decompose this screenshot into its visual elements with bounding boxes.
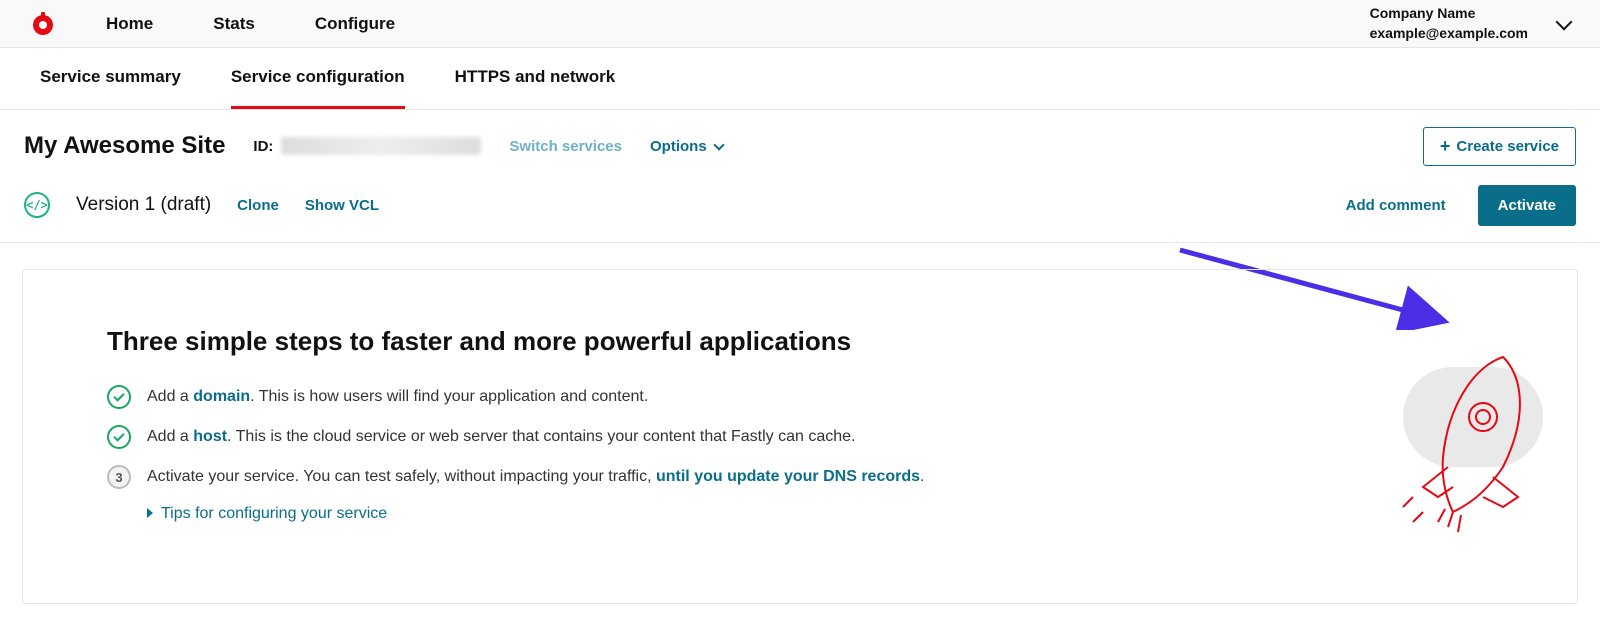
switch-services-link[interactable]: Switch services [509, 138, 622, 155]
onboarding-panel: Three simple steps to faster and more po… [22, 269, 1578, 604]
top-nav: Home Stats Configure Company Name exampl… [0, 0, 1600, 48]
tab-service-configuration[interactable]: Service configuration [231, 48, 405, 109]
steps-list: Add a domain. This is how users will fin… [107, 385, 1493, 489]
check-icon [107, 385, 131, 409]
nav-configure[interactable]: Configure [315, 14, 395, 34]
add-comment-link[interactable]: Add comment [1346, 197, 1446, 214]
domain-link[interactable]: domain [193, 388, 250, 405]
sub-tabs: Service summary Service configuration HT… [0, 48, 1600, 110]
clone-link[interactable]: Clone [237, 197, 279, 214]
rocket-illustration-icon [1353, 337, 1553, 537]
nav-stats[interactable]: Stats [213, 14, 255, 34]
service-title: My Awesome Site [24, 132, 225, 160]
version-bar: </> Version 1 (draft) Clone Show VCL Add… [0, 182, 1600, 243]
show-vcl-link[interactable]: Show VCL [305, 197, 379, 214]
tips-row: Tips for configuring your service [147, 505, 1493, 523]
triangle-right-icon [147, 508, 153, 518]
brand-logo-icon[interactable] [30, 11, 56, 37]
create-service-button[interactable]: + Create service [1423, 127, 1576, 166]
panel-heading: Three simple steps to faster and more po… [107, 326, 1493, 357]
code-icon: </> [24, 192, 50, 218]
service-header: My Awesome Site ID: Switch services Opti… [0, 110, 1600, 182]
check-icon [107, 425, 131, 449]
tips-link[interactable]: Tips for configuring your service [161, 505, 387, 522]
activate-button[interactable]: Activate [1478, 185, 1576, 226]
step-number-icon: 3 [107, 465, 131, 489]
step-item: 3 Activate your service. You can test sa… [107, 465, 1493, 489]
account-menu[interactable]: Company Name example@example.com [1370, 4, 1570, 43]
host-link[interactable]: host [193, 428, 227, 445]
chevron-down-icon [1556, 13, 1573, 30]
version-label: Version 1 (draft) [76, 194, 211, 216]
chevron-down-icon [713, 139, 724, 150]
step-item: Add a host. This is the cloud service or… [107, 425, 1493, 449]
tab-service-summary[interactable]: Service summary [40, 48, 181, 109]
dns-records-link[interactable]: until you update your DNS records [656, 468, 920, 485]
tab-https-network[interactable]: HTTPS and network [455, 48, 616, 109]
service-id-value-redacted [281, 137, 481, 155]
account-email: example@example.com [1370, 24, 1528, 44]
nav-home[interactable]: Home [106, 14, 153, 34]
account-company: Company Name [1370, 4, 1528, 24]
step-item: Add a domain. This is how users will fin… [107, 385, 1493, 409]
options-dropdown[interactable]: Options [650, 138, 723, 155]
service-id-label: ID: [253, 137, 481, 155]
